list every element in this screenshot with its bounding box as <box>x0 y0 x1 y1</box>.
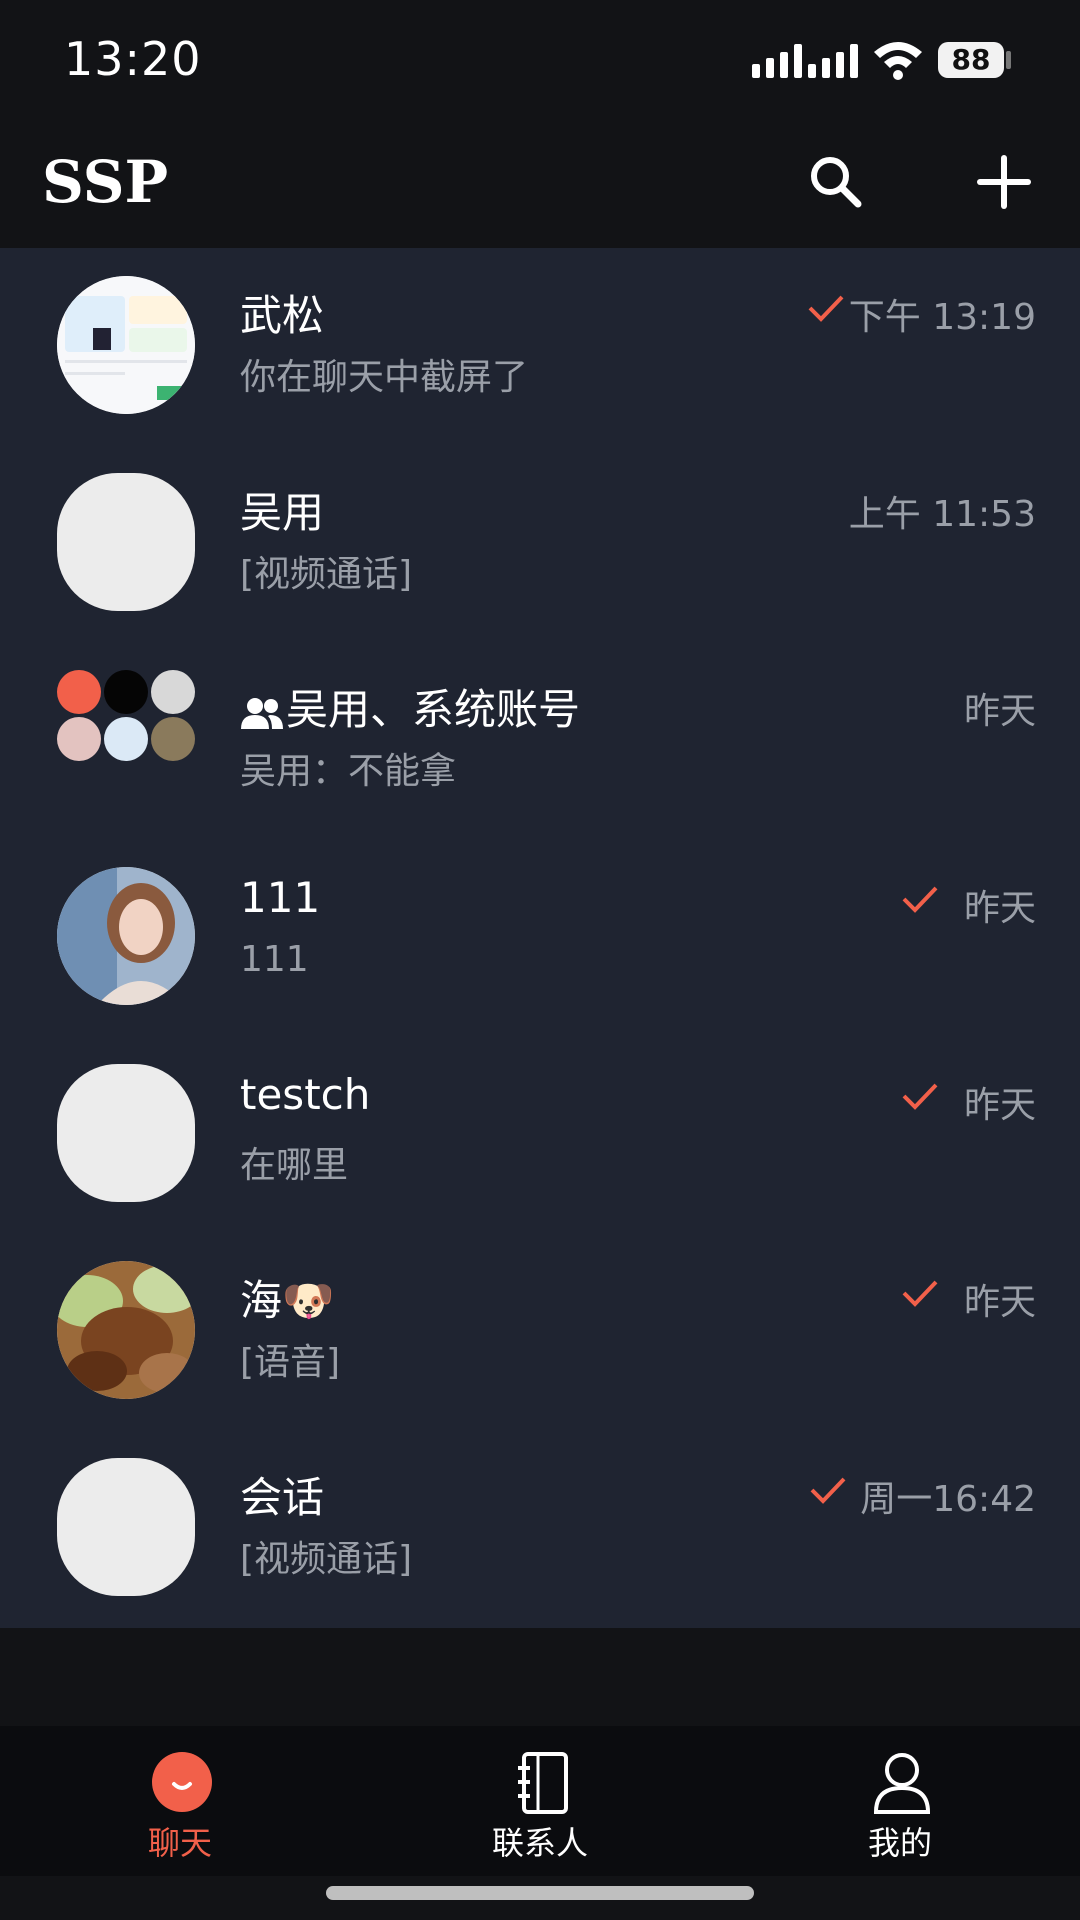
chat-time: 周一16:42 <box>860 1479 1036 1520</box>
app-title: SSP <box>42 148 169 216</box>
read-check-icon <box>902 886 938 913</box>
address-book-icon <box>518 1752 568 1814</box>
chat-row-wusong[interactable]: 武松 你在聊天中截屏了 下午 13:19 <box>0 248 1080 445</box>
chat-name: 吴用、系统账号 <box>286 685 581 734</box>
chat-name: 海🐶 <box>240 1276 335 1325</box>
chat-preview: 吴用：不能拿 <box>240 751 457 792</box>
group-icon <box>241 697 283 729</box>
avatar <box>57 473 195 611</box>
status-time: 13:20 <box>64 32 202 86</box>
tab-me[interactable]: 我的 <box>780 1726 1020 1876</box>
read-check-icon <box>810 1477 846 1504</box>
battery-cap <box>1006 51 1011 69</box>
person-icon <box>873 1753 931 1814</box>
chat-name: 武松 <box>240 291 325 340</box>
app-screenshot-thumbnail <box>57 276 195 414</box>
tab-chats[interactable]: 聊天 <box>60 1726 300 1876</box>
tab-contacts[interactable]: 联系人 <box>420 1726 660 1876</box>
chat-row-hai[interactable]: 海🐶 [语音] 昨天 <box>0 1233 1080 1430</box>
search-icon[interactable] <box>804 150 868 214</box>
chat-name-wrapper: 吴用、系统账号 <box>240 676 580 737</box>
cellular-signal-icon <box>752 44 862 78</box>
chat-time: 下午 13:19 <box>848 297 1036 338</box>
chat-list: 武松 你在聊天中截屏了 下午 13:19 吴用 [视频通话] 上午 11:53 <box>0 248 1080 1628</box>
chat-time: 昨天 <box>963 1085 1036 1126</box>
wifi-icon <box>874 42 922 80</box>
chat-time: 上午 11:53 <box>848 494 1036 535</box>
chat-preview: [语音] <box>240 1342 341 1383</box>
read-check-icon <box>902 1280 938 1307</box>
avatar <box>57 276 195 414</box>
status-bar: 13:20 88 <box>0 0 1080 120</box>
chat-row-group[interactable]: 吴用、系统账号 吴用：不能拿 昨天 <box>0 642 1080 839</box>
group-avatar <box>57 670 195 808</box>
chat-name: 111 <box>240 873 321 922</box>
chat-row-wuyong[interactable]: 吴用 [视频通话] 上午 11:53 <box>0 445 1080 642</box>
read-check-icon <box>902 1083 938 1110</box>
read-check-icon <box>808 295 844 322</box>
chat-name: testch <box>240 1070 371 1119</box>
chat-preview: [视频通话] <box>240 554 413 595</box>
tab-label: 我的 <box>867 1824 932 1862</box>
add-icon[interactable] <box>972 150 1036 214</box>
bottom-tab-bar: 聊天 联系人 我的 <box>0 1726 1080 1876</box>
avatar <box>57 1458 195 1596</box>
app-root: 13:20 88 SSP 武松 你在聊天中截屏了 下午 13:19 吴用 [视频… <box>0 0 1080 1920</box>
chat-name: 会话 <box>240 1473 325 1522</box>
chat-row-111[interactable]: 111 111 昨天 <box>0 839 1080 1036</box>
chat-time: 昨天 <box>963 691 1036 732</box>
food-photo <box>57 1261 195 1399</box>
chat-preview: 在哪里 <box>240 1145 349 1186</box>
chat-row-huihua[interactable]: 会话 [视频通话] 周一16:42 <box>0 1430 1080 1627</box>
app-header: SSP <box>0 120 1080 248</box>
chat-time: 昨天 <box>963 888 1036 929</box>
battery-indicator: 88 <box>938 42 1004 78</box>
chat-row-testch[interactable]: testch 在哪里 昨天 <box>0 1036 1080 1233</box>
tab-label: 联系人 <box>491 1824 588 1862</box>
chat-preview: 你在聊天中截屏了 <box>240 357 529 398</box>
chat-preview: [视频通话] <box>240 1539 413 1580</box>
profile-photo <box>57 867 195 1005</box>
chat-bubble-icon <box>152 1752 212 1812</box>
home-indicator[interactable] <box>326 1886 754 1900</box>
chat-preview: 111 <box>240 939 309 980</box>
chat-name: 吴用 <box>240 488 325 537</box>
avatar <box>57 1261 195 1399</box>
tab-label: 聊天 <box>147 1824 212 1862</box>
avatar <box>57 867 195 1005</box>
chat-time: 昨天 <box>963 1282 1036 1323</box>
avatar <box>57 1064 195 1202</box>
